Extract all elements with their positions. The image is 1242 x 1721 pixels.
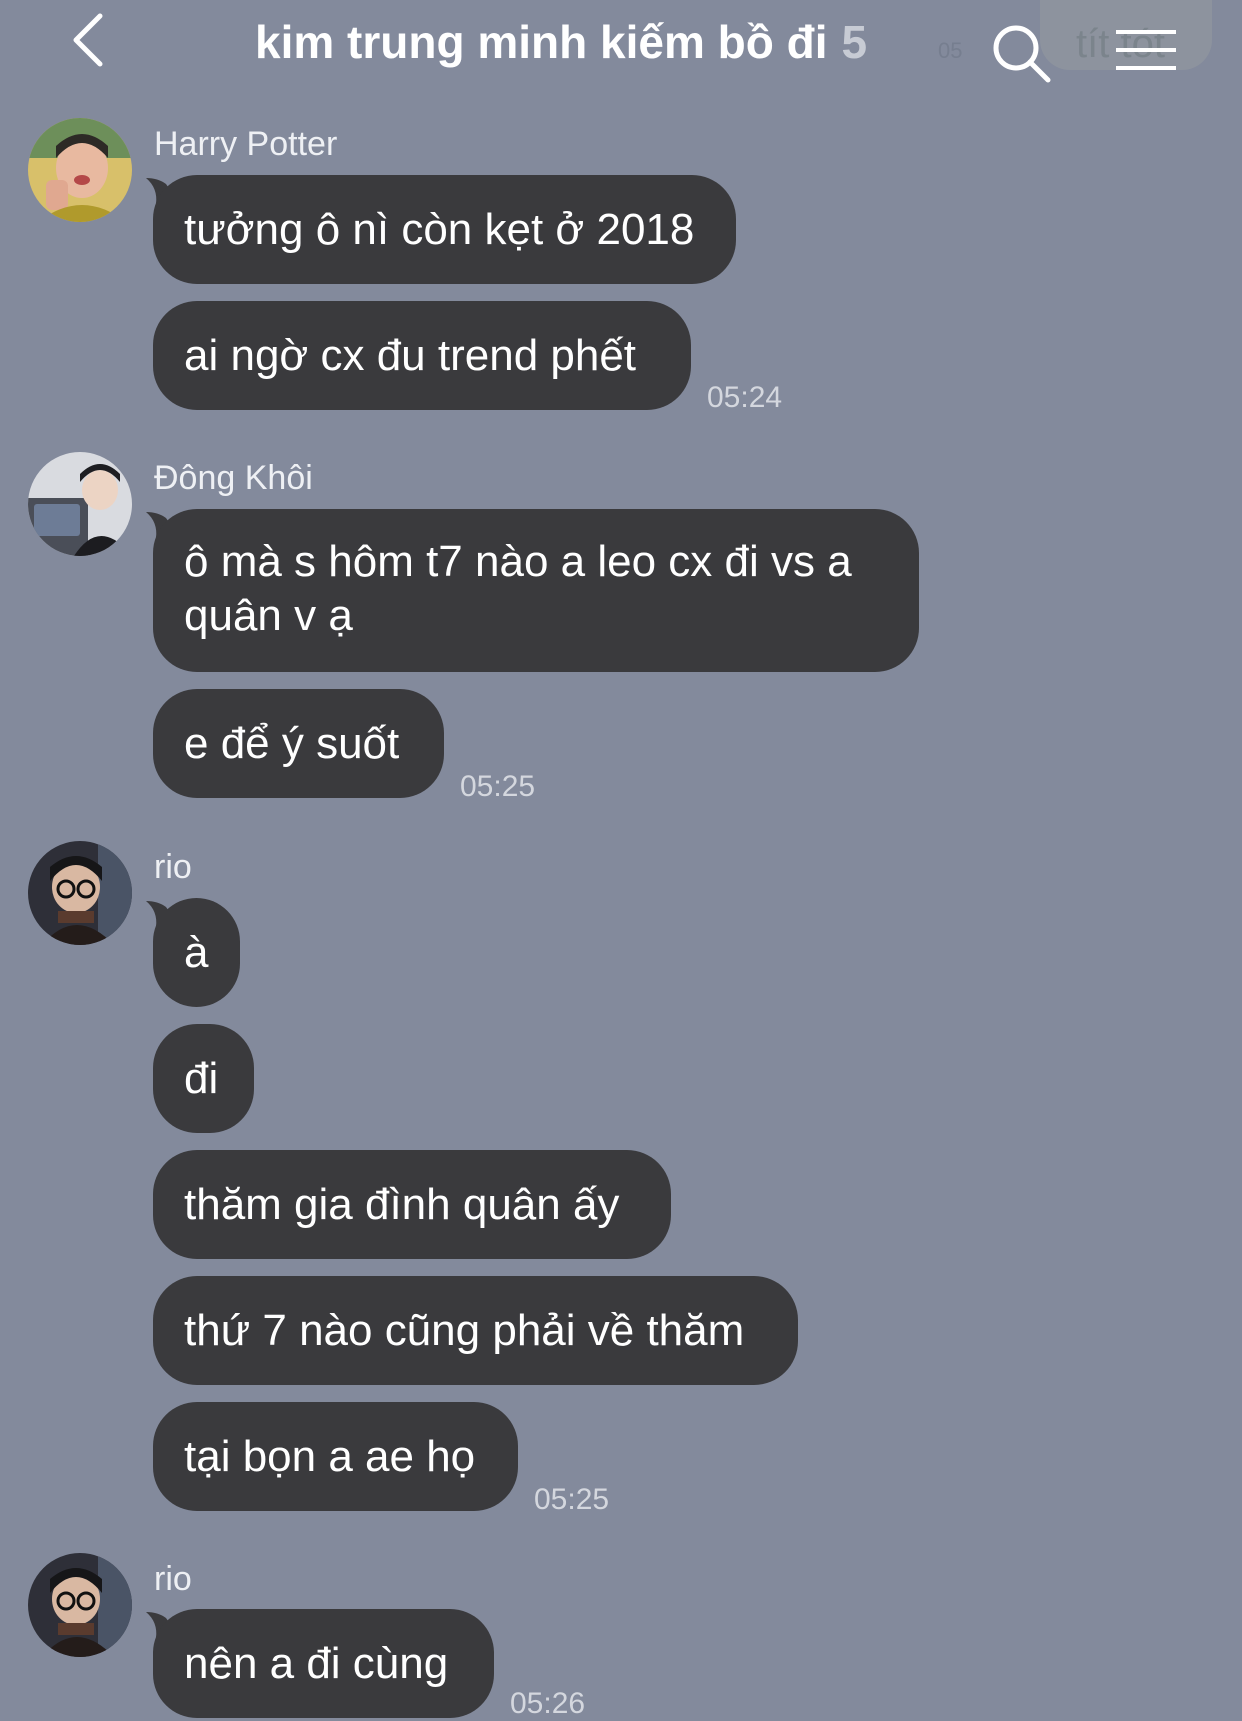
back-button[interactable] [62,10,122,70]
message-bubble[interactable]: ô mà s hôm t7 nào a leo cx đi vs a quân … [153,509,919,672]
member-count: 5 [841,16,868,68]
message-bubble[interactable]: nên a đi cùng [153,1609,494,1718]
sender-name: rio [154,1560,192,1598]
message-text: ô mà s hôm t7 nào a leo cx đi vs a quân … [184,537,852,640]
menu-button[interactable] [1114,26,1178,74]
message-timestamp: 05:25 [460,770,536,803]
sender-name: rio [154,848,192,886]
message-bubble[interactable]: tưởng ô nì còn kẹt ở 2018 [153,175,736,284]
message-timestamp: 05:25 [534,1483,610,1516]
avatar-harry-potter[interactable] [28,118,132,222]
ghost-timestamp: 05 [938,38,963,63]
message-text: thứ 7 nào cũng phải về thăm [184,1305,745,1355]
group-name: kim trung minh kiếm bồ đi [255,16,828,68]
hamburger-menu-icon [1116,30,1176,70]
message-bubble[interactable]: thăm gia đình quân ấy [153,1150,671,1259]
search-button[interactable] [990,22,1056,88]
message-text: à [184,927,209,977]
avatar-image [28,1553,132,1657]
avatar-image [28,841,132,945]
message-bubble[interactable]: tại bọn a ae họ [153,1402,518,1511]
avatar-rio[interactable] [28,841,132,945]
sender-name: Harry Potter [154,125,338,163]
chat-header: 05 tít tót kim trung minh kiếm bồ đi 5 [0,0,1242,90]
avatar-dong-khoi[interactable] [28,452,132,556]
message-bubble[interactable]: e để ý suốt [153,689,444,798]
sender-name: Đông Khôi [154,459,313,497]
message-text: nên a đi cùng [184,1638,449,1688]
message-bubble[interactable]: thứ 7 nào cũng phải về thăm [153,1276,798,1385]
message-text: e để ý suốt [184,718,400,768]
message-bubble[interactable]: ai ngờ cx đu trend phết [153,301,691,410]
avatar-rio[interactable] [28,1553,132,1657]
message-timestamp: 05:24 [707,381,783,414]
message-text: tại bọn a ae họ [184,1431,476,1481]
message-text: tưởng ô nì còn kẹt ở 2018 [184,204,695,254]
chat-screen: 05 tít tót kim trung minh kiếm bồ đi 5 H… [0,0,1242,1721]
message-text: đi [184,1053,219,1103]
message-bubble[interactable]: đi [153,1024,254,1133]
message-bubble[interactable]: à [153,898,240,1007]
search-icon [993,25,1051,83]
message-timestamp: 05:26 [510,1687,586,1720]
avatar-image [28,452,132,556]
chat-title[interactable]: kim trung minh kiếm bồ đi 5 [255,14,867,70]
avatar-image [28,118,132,222]
message-text: thăm gia đình quân ấy [184,1179,620,1229]
message-text: ai ngờ cx đu trend phết [184,330,637,380]
chevron-left-icon [73,13,103,67]
